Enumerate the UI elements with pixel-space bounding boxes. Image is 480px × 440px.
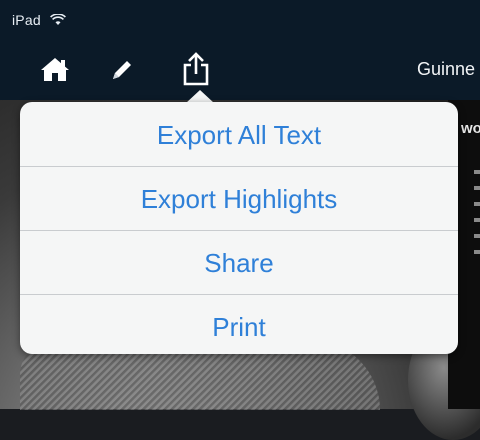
text-line [474, 234, 480, 238]
wifi-icon [50, 13, 66, 31]
document-heading-fragment: wo [461, 120, 480, 137]
carrier-label: iPad [12, 12, 41, 28]
document-title: Guinne [417, 59, 476, 79]
text-line [474, 186, 480, 190]
toolbar: Guinne [0, 40, 480, 100]
text-line [474, 202, 480, 206]
export-all-text-button[interactable]: Export All Text [20, 104, 458, 167]
text-line [474, 250, 480, 254]
share-button[interactable]: Share [20, 232, 458, 295]
export-popover: Export All Text Export Highlights Share … [20, 102, 458, 354]
text-line [474, 170, 480, 174]
pencil-icon[interactable] [110, 58, 134, 87]
status-bar: iPad [0, 0, 480, 40]
text-line [474, 218, 480, 222]
print-button[interactable]: Print [20, 296, 458, 358]
home-icon[interactable] [40, 56, 70, 87]
export-highlights-button[interactable]: Export Highlights [20, 168, 458, 231]
share-icon[interactable] [181, 52, 211, 91]
